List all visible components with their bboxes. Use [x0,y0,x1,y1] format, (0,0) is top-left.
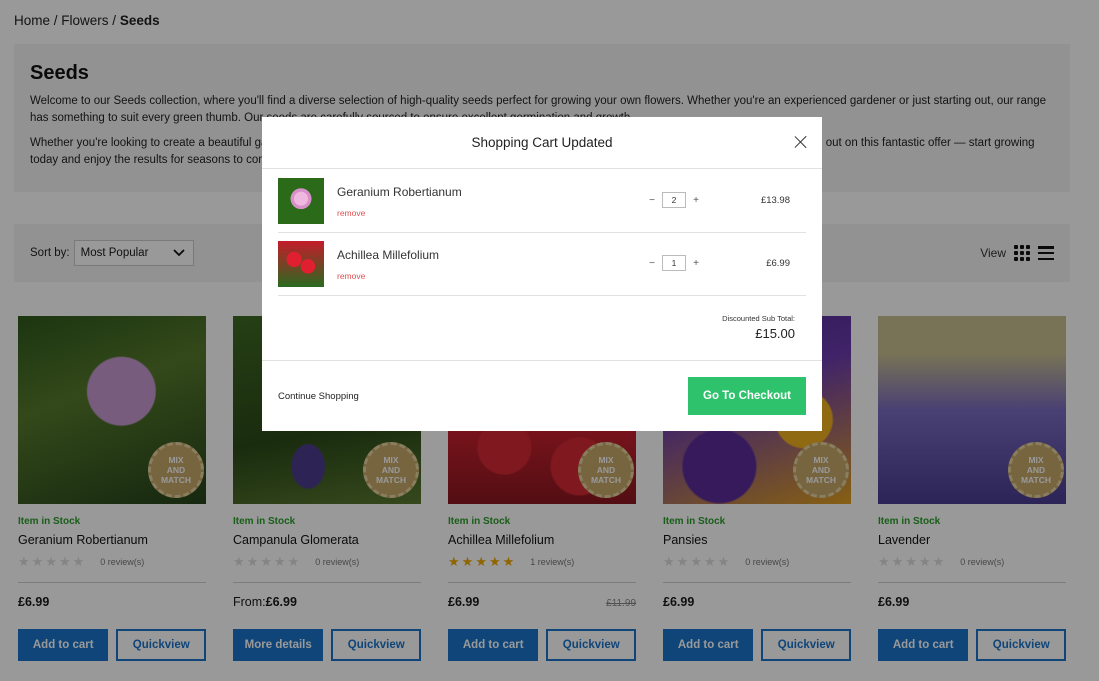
qty-input[interactable]: 2 [662,192,686,208]
modal-footer: Continue Shopping Go To Checkout [262,360,822,431]
subtotal: Discounted Sub Total: £15.00 [722,314,795,341]
quantity-stepper: − 1 + [648,255,700,271]
subtotal-label: Discounted Sub Total: [722,314,795,323]
cart-items: Geranium Robertianum remove − 2 + £13.98… [278,170,806,296]
qty-decrease-button[interactable]: − [648,258,656,269]
checkout-button[interactable]: Go To Checkout [688,377,806,415]
line-total: £6.99 [766,258,790,269]
quantity-stepper: − 2 + [648,192,700,208]
cart-item: Achillea Millefolium remove − 1 + £6.99 [278,233,806,296]
cart-item: Geranium Robertianum remove − 2 + £13.98 [278,170,806,233]
cart-item-name: Achillea Millefolium [337,247,440,262]
cart-item-thumbnail [278,178,324,224]
qty-decrease-button[interactable]: − [648,195,656,206]
qty-increase-button[interactable]: + [692,258,700,269]
modal-header: Shopping Cart Updated [262,117,822,169]
remove-link[interactable]: remove [337,208,462,218]
close-icon[interactable] [794,135,808,149]
remove-link[interactable]: remove [337,271,439,281]
continue-shopping-link[interactable]: Continue Shopping [278,391,359,402]
line-total: £13.98 [760,195,790,206]
modal-title: Shopping Cart Updated [471,135,613,150]
cart-item-name: Geranium Robertianum [337,184,462,199]
cart-updated-modal: Shopping Cart Updated Geranium Robertian… [262,117,822,431]
cart-item-thumbnail [278,241,324,287]
qty-input[interactable]: 1 [662,255,686,271]
qty-increase-button[interactable]: + [692,195,700,206]
subtotal-value: £15.00 [755,326,795,341]
